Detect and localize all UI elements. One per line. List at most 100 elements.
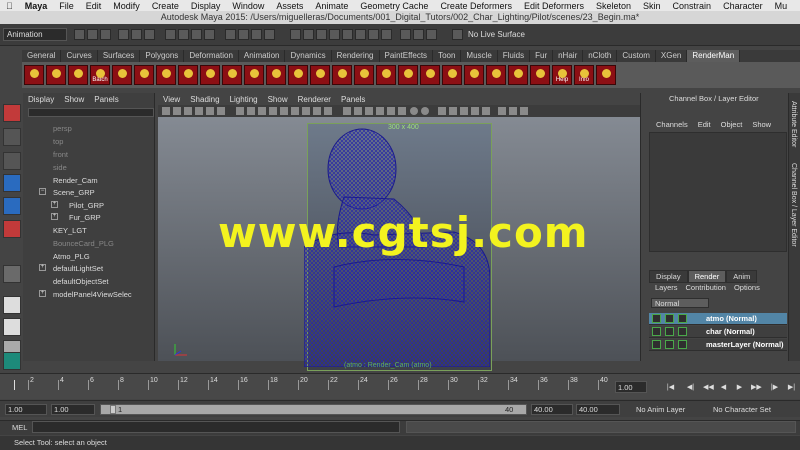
outliner-item-render-cam[interactable]: Render_Cam — [53, 176, 98, 185]
shelf-tab-polygons[interactable]: Polygons — [140, 50, 185, 62]
layer-render-checkbox[interactable] — [665, 327, 674, 336]
live-surface-icon[interactable] — [452, 29, 463, 40]
render-layer-row[interactable]: atmo (Normal) — [649, 313, 787, 325]
snap-view-icon[interactable] — [413, 29, 424, 40]
four-pane-layout-icon[interactable] — [3, 318, 21, 336]
app-menu[interactable]: Maya — [19, 1, 54, 11]
menu-more[interactable]: Mu — [769, 1, 794, 11]
rman-volume-icon[interactable] — [420, 65, 440, 85]
shelf-tab-painteffects[interactable]: PaintEffects — [380, 50, 434, 62]
render-settings-icon[interactable] — [264, 29, 275, 40]
current-time-marker[interactable] — [14, 380, 15, 390]
render-frame-icon[interactable] — [238, 29, 249, 40]
mask-surfaces-icon[interactable] — [329, 29, 340, 40]
shelf-tab-xgen[interactable]: XGen — [656, 50, 688, 62]
rman-texture-icon[interactable] — [376, 65, 396, 85]
start-time-field[interactable]: 1.00 — [5, 404, 47, 415]
rman-portal-icon[interactable] — [310, 65, 330, 85]
open-scene-icon[interactable] — [87, 29, 98, 40]
select-object-icon[interactable] — [131, 29, 142, 40]
channel-box-menu-edit[interactable]: Edit — [693, 120, 716, 129]
step-back-icon[interactable]: ◀| — [686, 384, 695, 392]
shelf-tab-fur[interactable]: Fur — [530, 50, 554, 62]
outliner-item-bouncecard[interactable]: BounceCard_PLG — [53, 239, 114, 248]
viewport-menu-panels[interactable]: Panels — [336, 95, 370, 104]
shelf-tab-rendering[interactable]: Rendering — [332, 50, 380, 62]
history-icon[interactable] — [225, 29, 236, 40]
outliner-item-top[interactable]: top — [53, 137, 63, 146]
outliner-item-side[interactable]: side — [53, 163, 67, 172]
rman-infinity-icon[interactable] — [530, 65, 550, 85]
rman-fur-icon[interactable] — [442, 65, 462, 85]
paint-select-tool-icon[interactable] — [3, 152, 21, 170]
menu-set-dropdown[interactable]: Animation — [3, 28, 67, 41]
viewport-panel[interactable]: View Shading Lighting Show Renderer Pane… — [158, 93, 640, 371]
lasso-tool-icon[interactable] — [3, 128, 21, 146]
single-pane-layout-icon[interactable] — [3, 296, 21, 314]
prev-key-icon[interactable]: ◀◀ — [703, 384, 714, 392]
select-tool-icon[interactable] — [3, 104, 21, 122]
layer-override-checkbox[interactable] — [678, 314, 687, 323]
apple-icon[interactable]:  — [0, 1, 19, 11]
anim-layer-dropdown[interactable]: No Anim Layer — [636, 404, 685, 415]
anim-end-field[interactable]: 40.00 — [531, 404, 573, 415]
outliner-menu-panels[interactable]: Panels — [89, 95, 123, 104]
snap-point-icon[interactable] — [191, 29, 202, 40]
rman-spot-icon[interactable] — [244, 65, 264, 85]
outliner-item-scene-grp[interactable]: Scene_GRP — [53, 188, 95, 197]
layer-render-checkbox[interactable] — [665, 314, 674, 323]
menu-constrain[interactable]: Constrain — [667, 1, 718, 11]
outliner-menu-display[interactable]: Display — [23, 95, 59, 104]
layer-visible-checkbox[interactable] — [652, 340, 661, 349]
outliner-item-fur-grp[interactable]: Fur_GRP — [69, 213, 101, 222]
shelf-tab-dynamics[interactable]: Dynamics — [285, 50, 332, 62]
expand-icon[interactable]: + — [51, 201, 58, 208]
outliner-item-front[interactable]: front — [53, 150, 68, 159]
menu-animate[interactable]: Animate — [309, 1, 354, 11]
shelf-tab-fluids[interactable]: Fluids — [498, 50, 531, 62]
shelf-tab-curves[interactable]: Curves — [61, 50, 98, 62]
render-layer-row[interactable]: masterLayer (Normal) — [649, 339, 787, 351]
layer-override-checkbox[interactable] — [678, 327, 687, 336]
channel-box-menu-object[interactable]: Object — [716, 120, 748, 129]
viewport-menu-lighting[interactable]: Lighting — [225, 95, 263, 104]
snap-live-icon[interactable] — [426, 29, 437, 40]
mel-label[interactable]: MEL — [12, 423, 27, 432]
shelf-tab-deformation[interactable]: Deformation — [184, 50, 239, 62]
rman-env-icon[interactable] — [266, 65, 286, 85]
anim-start-field[interactable]: 1.00 — [51, 404, 95, 415]
mask-curves-icon[interactable] — [316, 29, 327, 40]
menu-create[interactable]: Create — [146, 1, 185, 11]
expand-icon[interactable]: + — [39, 290, 46, 297]
outliner-item-persp[interactable]: persp — [53, 124, 72, 133]
layer-menu-layers[interactable]: Layers — [651, 283, 682, 292]
outliner-item-default-light-set[interactable]: defaultLightSet — [53, 264, 103, 273]
range-slider[interactable] — [100, 404, 527, 415]
mask-joints-icon[interactable] — [303, 29, 314, 40]
shelf-tab-muscle[interactable]: Muscle — [461, 50, 498, 62]
menu-window[interactable]: Window — [226, 1, 270, 11]
rman-eye-icon[interactable] — [134, 65, 154, 85]
layer-menu-options[interactable]: Options — [730, 283, 764, 292]
shelf-tab-ncloth[interactable]: nCloth — [583, 50, 618, 62]
menu-character[interactable]: Character — [717, 1, 769, 11]
shelf-tab-nhair[interactable]: nHair — [553, 50, 584, 62]
selection-mask-icon[interactable] — [290, 29, 301, 40]
go-to-end-icon[interactable]: ▶| — [787, 384, 796, 392]
side-tab-attribute-editor[interactable]: Attribute Editor — [790, 101, 797, 147]
rman-stop-icon[interactable] — [112, 65, 132, 85]
menu-assets[interactable]: Assets — [270, 1, 309, 11]
current-frame-field[interactable]: 1.00 — [615, 381, 647, 393]
layer-render-checkbox[interactable] — [665, 340, 674, 349]
menu-file[interactable]: File — [53, 1, 80, 11]
hypershade-layout-icon[interactable] — [3, 352, 21, 370]
menu-skeleton[interactable]: Skeleton — [590, 1, 637, 11]
layer-override-checkbox[interactable] — [678, 340, 687, 349]
new-scene-icon[interactable] — [74, 29, 85, 40]
mask-render-icon[interactable] — [368, 29, 379, 40]
snap-plane-icon[interactable] — [204, 29, 215, 40]
last-tool-icon[interactable] — [3, 265, 21, 283]
outliner-item-key-lgt[interactable]: KEY_LGT — [53, 226, 87, 235]
viewport-menu-shading[interactable]: Shading — [185, 95, 224, 104]
tab-display[interactable]: Display — [649, 270, 688, 283]
